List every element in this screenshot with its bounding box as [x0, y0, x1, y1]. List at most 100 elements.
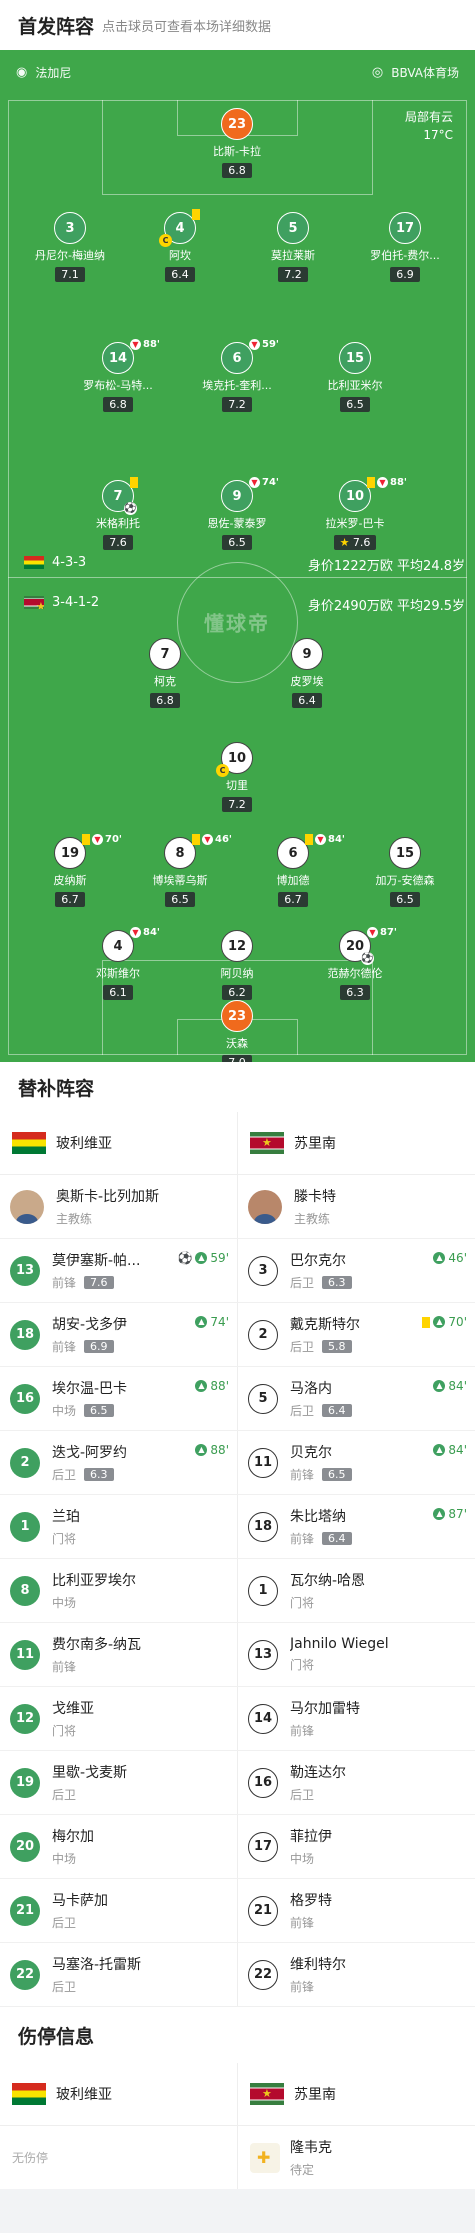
- sub-player[interactable]: 13 Jahnilo Wiegel 门将: [237, 1623, 475, 1686]
- sub-number: 2: [248, 1319, 278, 1350]
- pitch-player[interactable]: 4 ▼ 84' 邓斯维尔 6.1: [63, 927, 173, 1000]
- player-number-text: 23: [227, 116, 247, 132]
- sub-player[interactable]: 14 马尔加雷特 前锋: [237, 1687, 475, 1750]
- sub-player[interactable]: 1 兰珀 门将: [0, 1495, 237, 1558]
- sub-minute: 46': [448, 1251, 467, 1265]
- pitch-player[interactable]: 14 ▼ 88' 罗布松-马特... 6.8: [63, 339, 173, 412]
- sub-in-icon: ▲: [433, 1252, 446, 1264]
- player-rating: 6.5: [222, 535, 252, 550]
- home-team: 玻利维亚: [0, 1112, 237, 1174]
- player-rating: 6.9: [390, 267, 420, 282]
- sub-number: 17: [248, 1831, 278, 1862]
- pitch-player[interactable]: 17 罗伯托-费尔... 6.9: [350, 212, 460, 282]
- event-icons: ▼ 88': [130, 339, 160, 350]
- sub-player[interactable]: 3 巴尔克尔 后卫 6.3 ▲ 46': [237, 1239, 475, 1302]
- sub-player[interactable]: 21 格罗特 前锋: [237, 1879, 475, 1942]
- sub-info: 戴克斯特尔 后卫 5.8: [290, 1314, 360, 1355]
- sub-player[interactable]: 2 迭戈-阿罗约 后卫 6.3 ▲ 88': [0, 1431, 237, 1494]
- sub-player[interactable]: 2 戴克斯特尔 后卫 5.8 ▲ 70': [237, 1303, 475, 1366]
- captain-icon: C: [216, 764, 229, 777]
- pitch-player[interactable]: 15 比利亚米尔 6.5: [300, 342, 410, 412]
- sub-player[interactable]: 11 费尔南多-纳瓦 前锋: [0, 1623, 237, 1686]
- pitch-player[interactable]: 7 柯克 6.8: [110, 638, 220, 708]
- pitch-player[interactable]: 7 ⚽ 米格利托 7.6: [63, 477, 173, 550]
- sub-player[interactable]: 22 维利特尔 前锋: [237, 1943, 475, 2006]
- sub-player[interactable]: 18 胡安-戈多伊 前锋 6.9 ▲ 74': [0, 1303, 237, 1366]
- player-name: 加万-安德森: [375, 874, 435, 887]
- sub-event: ▲ 88': [195, 1443, 229, 1457]
- lineup-subtitle: 点击球员可查看本场详细数据: [102, 19, 272, 35]
- event-icons: ▼ 46': [192, 834, 232, 845]
- sub-player[interactable]: 21 马卡萨加 后卫: [0, 1879, 237, 1942]
- sub-info: 贝克尔 前锋 6.5: [290, 1442, 352, 1483]
- pitch-player[interactable]: 19 ▼ 70' 皮纳斯 6.7: [15, 834, 125, 907]
- sub-rating: 7.6: [84, 1276, 114, 1289]
- event-icons: ▼ 84': [305, 834, 345, 845]
- injured-player-name: 隆韦克: [290, 2140, 332, 2156]
- pitch-player[interactable]: 15 加万-安德森 6.5: [350, 837, 460, 907]
- sub-meta: 后卫: [52, 1786, 127, 1803]
- player-name: 切里: [226, 779, 248, 792]
- sub-name: 比利亚罗埃尔: [52, 1573, 136, 1589]
- sub-player[interactable]: 13 莫伊塞斯-帕... 前锋 7.6 ⚽ ▲ 59': [0, 1239, 237, 1302]
- pitch-player[interactable]: 4 C 阿坎 6.4: [125, 209, 235, 282]
- sub-player[interactable]: 18 朱比塔纳 前锋 6.4 ▲ 87': [237, 1495, 475, 1558]
- pitch-player[interactable]: 23 比斯-卡拉 6.8: [182, 108, 292, 178]
- sub-number: 16: [248, 1767, 278, 1798]
- pitch-player[interactable]: 10 ▼ 88' 拉米罗-巴卡 ★ 7.6: [300, 477, 410, 550]
- pitch-player[interactable]: 3 丹尼尔-梅迪纳 7.1: [15, 212, 125, 282]
- sub-player[interactable]: 12 戈维亚 门将: [0, 1687, 237, 1750]
- rating-value: 6.8: [109, 398, 127, 411]
- sub-player[interactable]: 1 瓦尔纳-哈恩 门将: [237, 1559, 475, 1622]
- injury-row: 无伤停 隆韦克待定: [0, 2126, 475, 2189]
- sub-player[interactable]: 11 贝克尔 前锋 6.5 ▲ 84': [237, 1431, 475, 1494]
- sub-info: 埃尔温-巴卡 中场 6.5: [52, 1378, 127, 1419]
- player-number-text: 10: [345, 488, 365, 504]
- sub-rating: 6.9: [84, 1340, 114, 1353]
- sub-player[interactable]: 8 比利亚罗埃尔 中场: [0, 1559, 237, 1622]
- pitch-player[interactable]: 9 ▼ 74' 恩佐-蒙泰罗 6.5: [182, 477, 292, 550]
- pitch-player[interactable]: 8 ▼ 46' 博埃蒂乌斯 6.5: [125, 834, 235, 907]
- player-name: 埃克托-奎利...: [202, 379, 272, 392]
- pitch-player[interactable]: 9 皮罗埃 6.4: [252, 638, 362, 708]
- sub-info: 马卡萨加 后卫: [52, 1890, 108, 1931]
- player-name: 柯克: [154, 675, 176, 688]
- sub-meta: 前锋 6.9: [52, 1338, 127, 1355]
- sub-meta: 后卫 6.3: [290, 1274, 352, 1291]
- player-name: 沃森: [226, 1037, 248, 1050]
- away-coach[interactable]: 滕卡特 主教练: [237, 1175, 475, 1238]
- sub-player[interactable]: 20 梅尔加 中场: [0, 1815, 237, 1878]
- sub-player[interactable]: 19 里歇-戈麦斯 后卫: [0, 1751, 237, 1814]
- pitch-player[interactable]: 20 ⚽ ▼ 87' 范赫尔德伦 6.3: [300, 927, 410, 1000]
- sub-player[interactable]: 22 马塞洛-托雷斯 后卫: [0, 1943, 237, 2006]
- sub-player[interactable]: 16 埃尔温-巴卡 中场 6.5 ▲ 88': [0, 1367, 237, 1430]
- sub-player[interactable]: 16 勒连达尔 后卫: [237, 1751, 475, 1814]
- sub-player[interactable]: 17 菲拉伊 中场: [237, 1815, 475, 1878]
- sub-name: 兰珀: [52, 1509, 80, 1525]
- pitch-player[interactable]: 6 ▼ 59' 埃克托-奎利... 7.2: [182, 339, 292, 412]
- goal-ball-icon: ⚽: [361, 952, 374, 965]
- rating-value: 6.2: [228, 986, 246, 999]
- pitch-player[interactable]: 6 ▼ 84' 博加德 6.7: [238, 834, 348, 907]
- pitch-player[interactable]: 23 沃森 7.0: [182, 1000, 292, 1062]
- event-icons: ▼ 70': [82, 834, 122, 845]
- pitch-player[interactable]: 5 莫拉莱斯 7.2: [238, 212, 348, 282]
- sub-player[interactable]: 5 马洛内 后卫 6.4 ▲ 84': [237, 1367, 475, 1430]
- home-coach[interactable]: 奥斯卡-比列加斯 主教练: [0, 1175, 237, 1238]
- home-team: 玻利维亚: [0, 2063, 237, 2125]
- suriname-flag-icon: [250, 1132, 284, 1154]
- pitch-player[interactable]: 12 阿贝纳 6.2: [182, 930, 292, 1000]
- sub-in-icon: ▲: [433, 1508, 446, 1520]
- player-number-text: 6: [288, 845, 298, 861]
- player-name: 米格利托: [96, 517, 140, 530]
- sub-minute: 88': [390, 477, 407, 488]
- player-rating: 6.2: [222, 985, 252, 1000]
- pitch-player[interactable]: 10 C 切里 7.2: [182, 742, 292, 812]
- away-injury[interactable]: 隆韦克待定: [237, 2126, 475, 2189]
- player-number-text: 10: [227, 750, 247, 766]
- rating-value: 7.2: [228, 398, 246, 411]
- bolivia-flag-icon: [12, 2083, 46, 2105]
- player-number: 23: [221, 108, 253, 140]
- sub-minute: 87': [448, 1507, 467, 1521]
- player-number-text: 8: [175, 845, 185, 861]
